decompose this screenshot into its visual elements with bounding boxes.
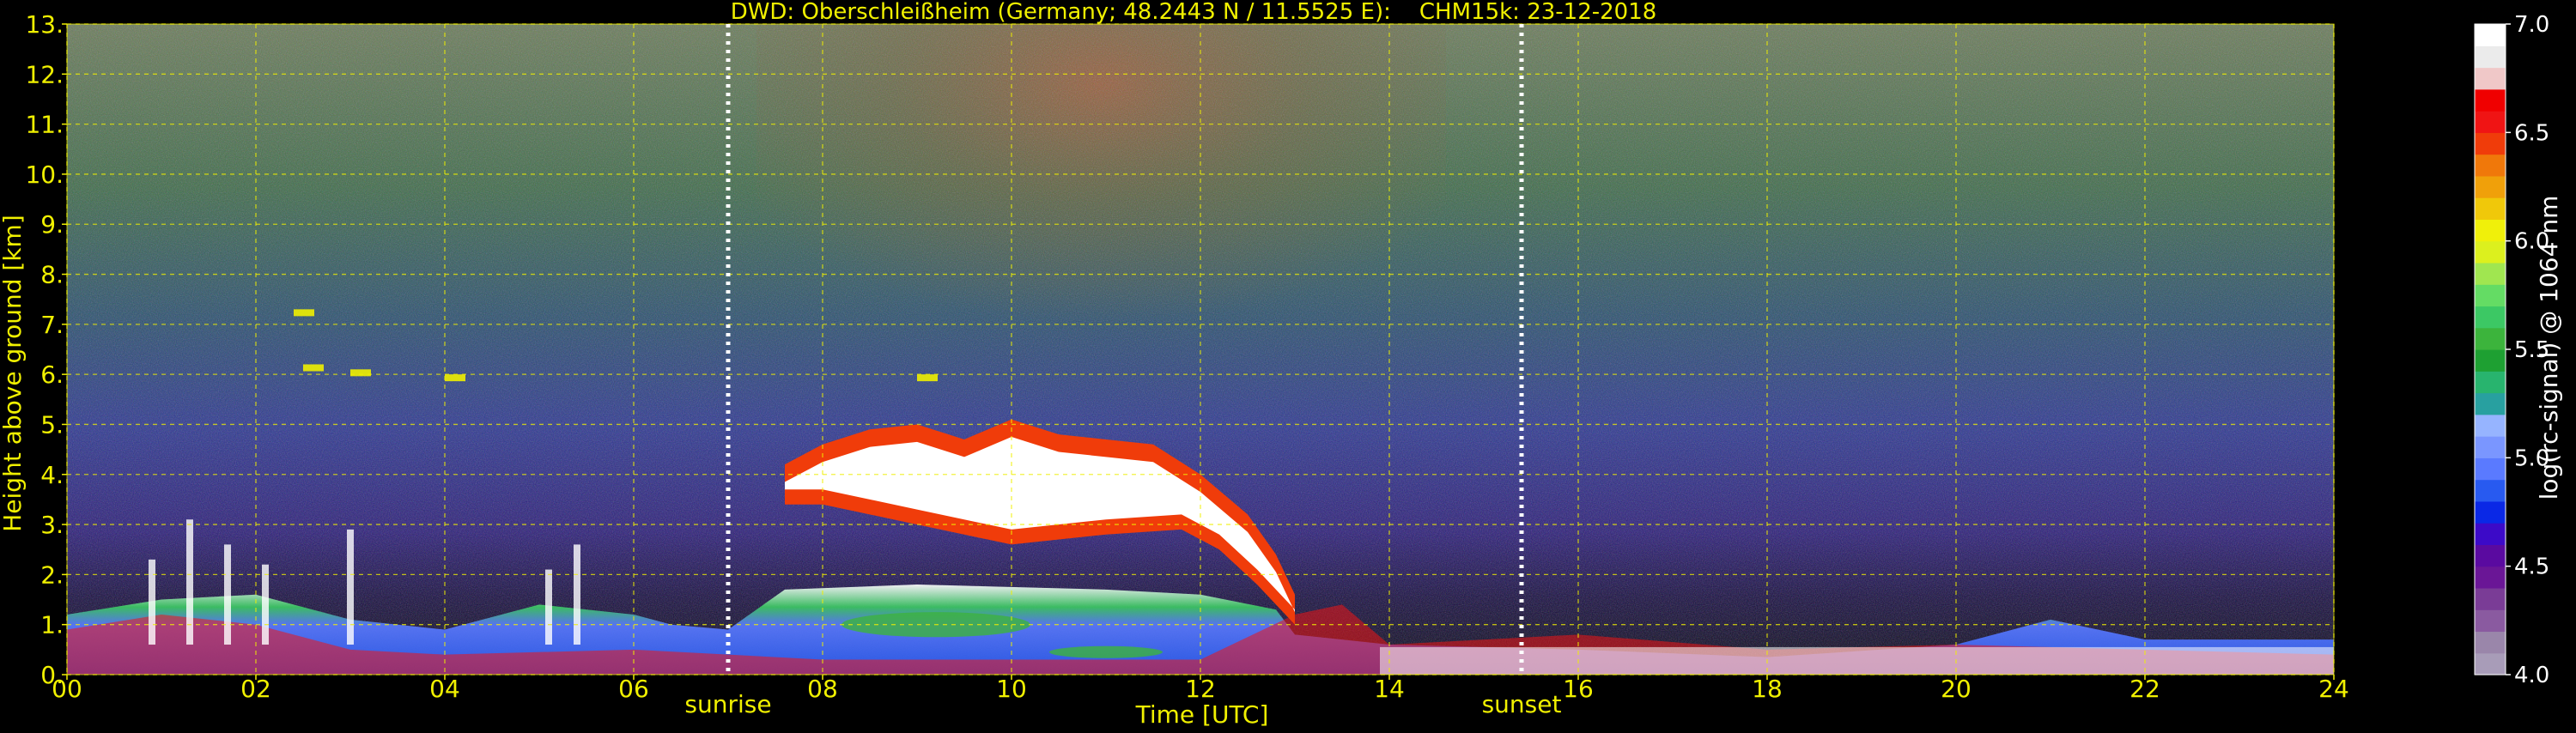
x-tick-label: 02 — [240, 675, 271, 703]
y-tick-label: 7. — [40, 311, 64, 339]
x-tick-label: 16 — [1563, 675, 1594, 703]
colorbar-segment — [2475, 371, 2506, 394]
colorbar-tick-label: 4.5 — [2514, 554, 2549, 580]
colorbar-segment — [2475, 24, 2506, 46]
x-tick-label: 18 — [1752, 675, 1783, 703]
colorbar-segment — [2475, 240, 2506, 264]
cloud-fragment — [350, 369, 371, 377]
colorbar-segment — [2475, 219, 2506, 242]
x-tick-label: 10 — [996, 675, 1027, 703]
colorbar-segment — [2475, 132, 2506, 155]
x-tick-label: 04 — [429, 675, 460, 703]
y-tick-label: 4. — [40, 461, 64, 489]
colorbar-tick-label: 7.0 — [2514, 12, 2549, 38]
colorbar-segment — [2475, 327, 2506, 350]
x-tick-label: 14 — [1374, 675, 1405, 703]
x-tick-label: 12 — [1185, 675, 1216, 703]
cloud-fragment — [303, 364, 324, 372]
x-axis-label: Time [UTC] — [1135, 700, 1269, 729]
colorbar-segment — [2475, 197, 2506, 220]
aerosol-plume — [149, 559, 155, 645]
sunrise-label: sunrise — [684, 690, 771, 718]
y-tick-label: 1. — [40, 611, 64, 639]
x-tick-label: 24 — [2318, 675, 2349, 703]
colorbar-segment — [2475, 306, 2506, 329]
x-tick-label: 08 — [807, 675, 838, 703]
y-axis: 0. 1. 2. 3. 4. 5. 6. 7. 8. 9. 10. 11. 12. 13. — [25, 10, 67, 689]
y-tick-label: 0. — [40, 661, 64, 689]
colorbar-segment — [2475, 67, 2506, 90]
aerosol-plume — [186, 519, 193, 645]
aerosol-plume — [545, 569, 552, 645]
y-tick-label: 10. — [25, 161, 64, 189]
colorbar-segment — [2475, 175, 2506, 198]
chart-title: DWD: Oberschleißheim (Germany; 48.2443 N… — [731, 0, 1657, 25]
colorbar-segment — [2475, 284, 2506, 307]
colorbar-segment — [2475, 88, 2506, 112]
y-tick-label: 12. — [25, 60, 64, 88]
aerosol-plume — [574, 544, 580, 645]
cloud-fragment — [294, 309, 314, 317]
colorbar-segment — [2475, 523, 2506, 545]
y-tick-label: 8. — [40, 261, 64, 289]
aerosol-plume — [347, 529, 354, 645]
colorbar-segment — [2475, 392, 2506, 415]
y-tick-label: 13. — [25, 10, 64, 39]
ceilometer-plot: sunrise sunset 00 02 04 06 08 10 12 14 16 18 20 22 24… — [0, 0, 2576, 730]
y-axis-label: Height above ground [km] — [0, 215, 27, 532]
y-tick-label: 5. — [40, 410, 64, 439]
colorbar-segment — [2475, 414, 2506, 437]
x-tick-label: 06 — [618, 675, 649, 703]
colorbar-segment — [2475, 652, 2506, 675]
y-tick-label: 11. — [25, 111, 64, 139]
colorbar-segment — [2475, 45, 2506, 69]
cloud-fragment — [917, 374, 938, 382]
y-tick-label: 6. — [40, 360, 64, 389]
x-tick-label: 22 — [2129, 675, 2160, 703]
x-tick-label: 20 — [1941, 675, 1971, 703]
colorbar-segment — [2475, 262, 2506, 285]
colorbar-segment — [2475, 154, 2506, 177]
colorbar-tick-label: 4.0 — [2514, 663, 2549, 688]
colorbar-segment — [2475, 500, 2506, 524]
colorbar-segment — [2475, 544, 2506, 567]
y-tick-label: 9. — [40, 210, 64, 239]
aerosol-patch — [1049, 645, 1163, 658]
colorbar-segment — [2475, 587, 2506, 610]
cloud-fragment — [445, 374, 465, 382]
colorbar-segment — [2475, 479, 2506, 502]
x-axis: 00 02 04 06 08 10 12 14 16 18 20 22 24 — [52, 675, 2349, 703]
y-tick-label: 3. — [40, 511, 64, 539]
colorbar-segment — [2475, 436, 2506, 458]
sunset-label: sunset — [1482, 690, 1562, 718]
colorbar-segment — [2475, 349, 2506, 372]
colorbar-tick-label: 6.5 — [2514, 120, 2549, 146]
colorbar-segment — [2475, 566, 2506, 589]
colorbar-label: log(rc-signal) @ 1064 nm — [2535, 196, 2563, 500]
y-tick-label: 2. — [40, 560, 64, 589]
colorbar-segment — [2475, 457, 2506, 481]
aerosol-plume — [224, 544, 231, 645]
colorbar-segment — [2475, 609, 2506, 633]
aerosol-plume — [262, 564, 269, 645]
ceilometer-chart: sunrise sunset 00 02 04 06 08 10 12 14 16 18 20 22 24… — [0, 0, 2563, 729]
colorbar-segment — [2475, 111, 2506, 133]
colorbar-segment — [2475, 631, 2506, 654]
